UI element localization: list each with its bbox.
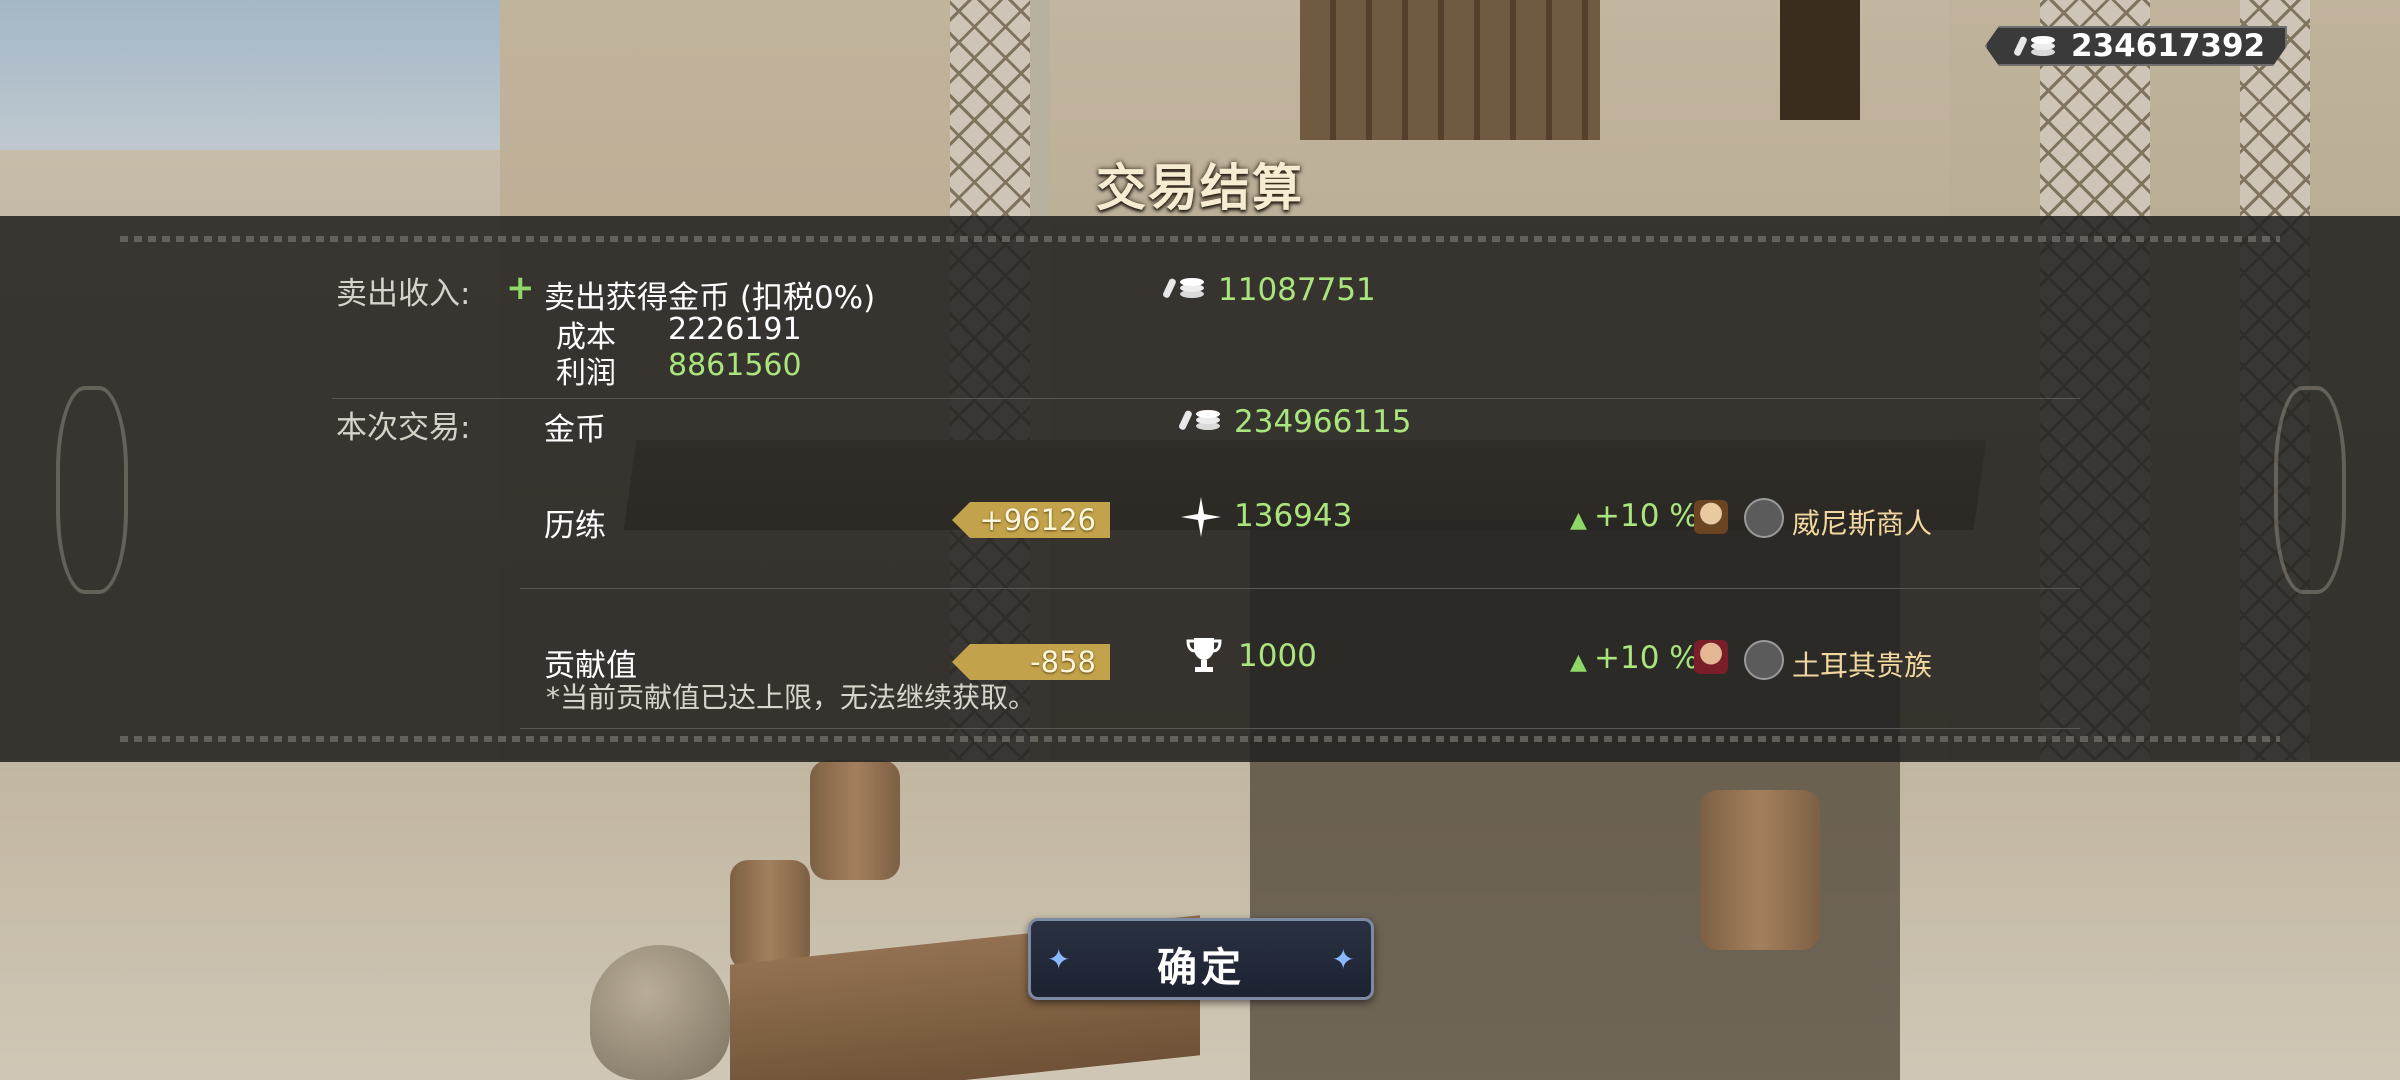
cost-value: 2226191 (668, 312, 802, 347)
experience-total: 136943 (1234, 498, 1353, 534)
confirm-button[interactable]: ✦ 确定 ✦ (1028, 918, 1374, 1000)
ornament-border-top (120, 236, 2280, 242)
contribution-limit-note: *当前贡献值已达上限，无法继续获取。 (546, 681, 1037, 714)
contribution-total: 1000 (1238, 638, 1317, 674)
contribution-bonus: +10 % (1594, 640, 1699, 676)
sale-item-label: 卖出获得金币 (扣税0%) (544, 280, 876, 316)
trophy-icon (1186, 638, 1222, 672)
wallet-coin-amount: 234617392 (2071, 28, 2266, 64)
buff-arrow-icon: ▲ (1570, 650, 1587, 675)
coins-label: 金币 (544, 412, 606, 448)
confirm-button-label: 确定 (1157, 945, 1245, 991)
noble-avatar (1694, 640, 1728, 674)
ornament-flourish-left (56, 386, 128, 594)
plus-icon: + (506, 268, 535, 308)
ornament-border-bottom (120, 736, 2280, 742)
divider (520, 728, 2080, 729)
wallet-display: 234617392 (1985, 26, 2287, 66)
settlement-panel: 卖出收入: + 卖出获得金币 (扣税0%) 11087751 成本 222619… (0, 216, 2400, 762)
this-trade-label: 本次交易: (336, 410, 471, 446)
coin-stack-icon (1179, 410, 1220, 430)
contribution-merchant: 土耳其贵族 (1792, 649, 1933, 682)
profit-label: 利润 (556, 356, 616, 391)
coins-total: 234966115 (1234, 404, 1412, 440)
divider (520, 588, 2080, 589)
page-title: 交易结算 (1096, 158, 1304, 217)
sparkle-icon: ✦ (1331, 943, 1355, 976)
experience-merchant: 威尼斯商人 (1792, 507, 1933, 540)
contribution-gain-tag: -858 (952, 644, 1110, 680)
ornament-flourish-right (2274, 386, 2346, 594)
class-emblem-icon (1744, 640, 1784, 680)
sale-amount: 11087751 (1218, 272, 1376, 308)
coin-stack-icon (1163, 278, 1204, 298)
sale-income-label: 卖出收入: (336, 276, 471, 312)
star-burst-icon (1181, 497, 1221, 537)
class-emblem-icon (1744, 498, 1784, 538)
buff-arrow-icon: ▲ (1570, 508, 1587, 533)
profit-value: 8861560 (668, 348, 802, 383)
divider (332, 398, 2080, 399)
merchant-avatar (1694, 500, 1728, 534)
coin-stack-icon (2014, 36, 2055, 56)
experience-gain: +96126 (979, 503, 1096, 537)
contribution-gain: -858 (1030, 645, 1096, 679)
experience-bonus: +10 % (1594, 498, 1699, 534)
experience-gain-tag: +96126 (952, 502, 1110, 538)
experience-label: 历练 (544, 508, 606, 544)
